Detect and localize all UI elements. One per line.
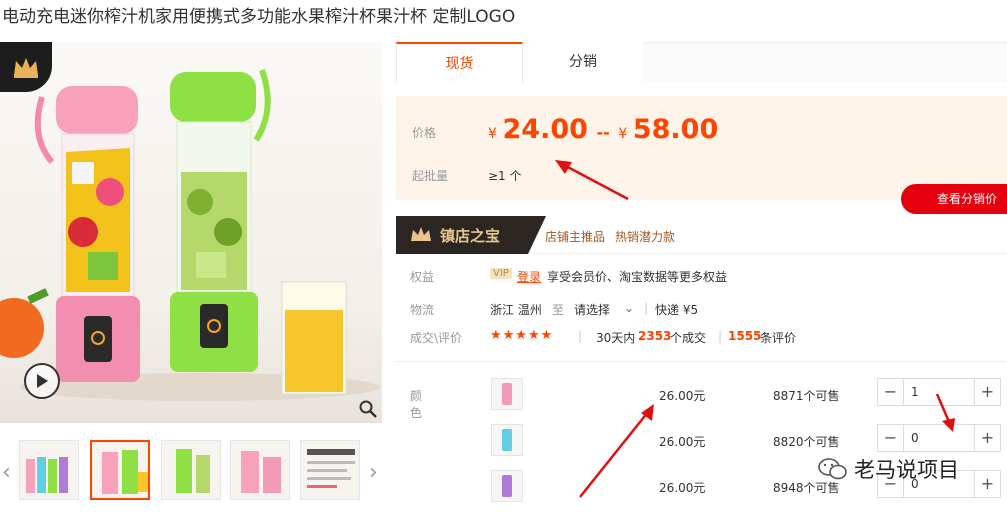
increase-button[interactable]: +	[974, 379, 1000, 405]
login-link[interactable]: 登录	[517, 268, 541, 285]
product-photo	[0, 69, 380, 401]
wechat-icon	[818, 458, 847, 480]
logistics-origin: 浙江 温州	[490, 303, 542, 317]
thumbnail-2[interactable]	[90, 440, 150, 500]
green-blender-illustration	[170, 69, 271, 372]
increase-button[interactable]: +	[974, 471, 1000, 497]
product-title: 电动充电迷你榨汁机家用便携式多功能水果榨汁杯果汁杯 定制LOGO	[2, 7, 516, 27]
logistics-row: 物流 浙江 温州 至 请选择 ⌄ | 快递 ¥5	[410, 301, 699, 318]
price-range: ¥ 24.00 -- ¥ 58.00	[488, 114, 719, 145]
chevron-down-icon[interactable]: ⌄	[624, 301, 634, 315]
increase-button[interactable]: +	[974, 425, 1000, 451]
watermark: 老马说项目	[818, 454, 959, 484]
price-high: 58.00	[632, 114, 719, 145]
purchase-tabs: 现货 分销	[396, 42, 1007, 83]
sku-stock: 8871个可售	[773, 389, 840, 403]
rights-label: 权益	[410, 270, 435, 284]
sku-price: 26.00元	[659, 389, 706, 403]
deals-row: 成交\评价 ★★★★★ | 30天内 2353 个成交 | 1555 条评价	[410, 328, 797, 345]
review-count[interactable]: 1555	[728, 329, 761, 343]
sku-stock: 8820个可售	[773, 435, 840, 449]
thumbnail-strip: ‹ ›	[0, 438, 382, 506]
quantity-stepper: − +	[877, 378, 1001, 406]
zoom-icon[interactable]	[359, 400, 377, 418]
quantity-input[interactable]	[905, 379, 974, 405]
play-video-button[interactable]	[24, 363, 60, 399]
decrease-button[interactable]: −	[878, 425, 904, 451]
price-label: 价格	[412, 126, 437, 140]
juice-glass-illustration	[281, 281, 347, 395]
deal-count: 2353	[638, 329, 672, 343]
moq-label: 起批量	[412, 169, 449, 183]
logistics-label: 物流	[410, 303, 435, 317]
crown-icon	[411, 227, 431, 241]
tag-main-product: 店铺主推品	[545, 230, 606, 244]
destination-select[interactable]: 请选择	[574, 301, 610, 318]
view-distribution-price-button[interactable]: 查看分销价	[901, 184, 1007, 214]
moq-value: ≥1 个	[488, 169, 522, 183]
main-product-image[interactable]	[0, 42, 382, 423]
thumbnail-1[interactable]	[19, 440, 79, 500]
rights-row: 权益 VIP 登录 享受会员价、淘宝数据等更多权益	[396, 268, 1007, 286]
next-thumb-arrow-icon[interactable]: ›	[369, 460, 378, 485]
vip-badge: VIP	[490, 268, 512, 279]
thumbnail-4[interactable]	[230, 440, 290, 500]
deals-label: 成交\评价	[410, 331, 463, 345]
decrease-button[interactable]: −	[878, 379, 904, 405]
divider	[396, 361, 1007, 362]
sku-swatch-purple[interactable]	[491, 470, 523, 502]
tag-hot-potential: 热销潜力款	[615, 230, 676, 244]
thumbnail-3[interactable]	[161, 440, 221, 500]
pink-blender-illustration	[34, 86, 140, 382]
play-icon	[37, 374, 48, 388]
sku-price: 26.00元	[659, 435, 706, 449]
quantity-input[interactable]	[905, 425, 974, 451]
crown-badge	[0, 42, 52, 92]
rating-stars: ★★★★★	[490, 328, 554, 343]
shipping-fee: 快递 ¥5	[655, 303, 699, 317]
tab-distribution[interactable]: 分销	[523, 42, 643, 82]
thumbnail-5[interactable]	[300, 440, 360, 500]
store-treasure-banner: 镇店之宝 店铺主推品 热销潜力款	[396, 216, 1007, 254]
tab-spot[interactable]: 现货	[396, 42, 523, 83]
quantity-stepper: − +	[877, 424, 1001, 452]
treasure-title: 镇店之宝	[440, 226, 501, 245]
price-low: 24.00	[502, 114, 588, 145]
sku-price: 26.00元	[659, 481, 706, 495]
crown-icon	[14, 58, 38, 78]
watermark-text: 老马说项目	[854, 458, 959, 482]
prev-thumb-arrow-icon[interactable]: ‹	[2, 460, 11, 485]
sku-row: 26.00元 8871个可售 − +	[396, 375, 1007, 417]
rights-text: 享受会员价、淘宝数据等更多权益	[547, 270, 728, 284]
sku-swatch-cyan[interactable]	[491, 424, 523, 456]
sku-swatch-pink[interactable]	[491, 378, 523, 410]
